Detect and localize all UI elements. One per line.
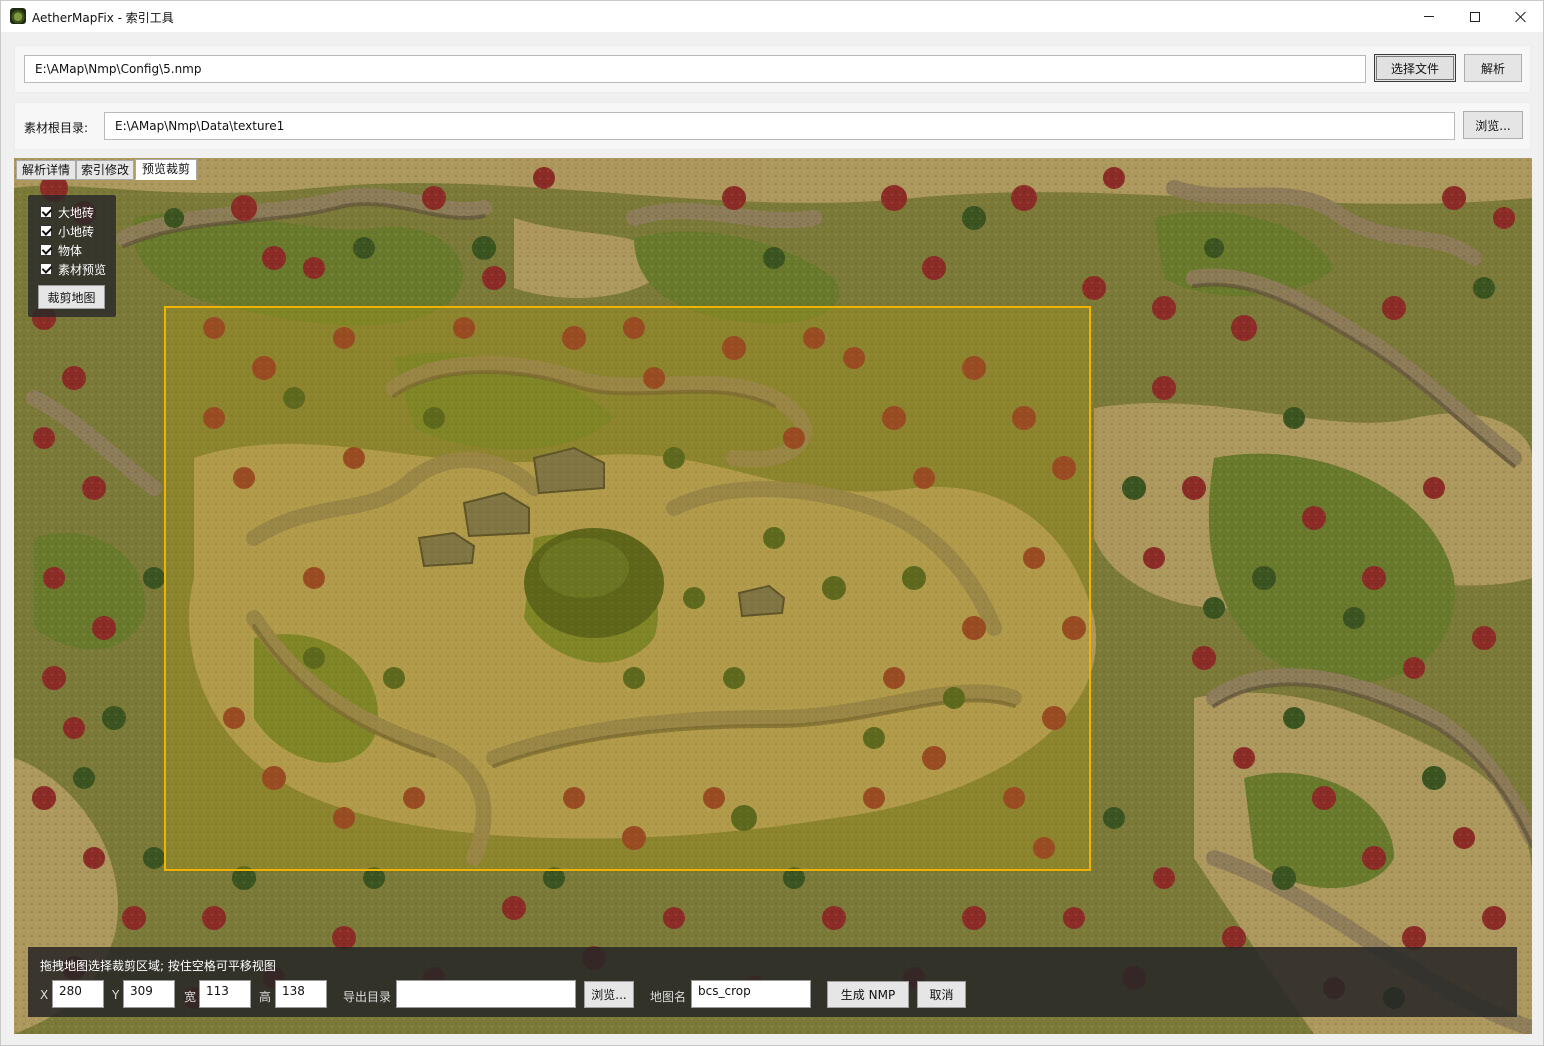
map-name-input[interactable]: bcs_crop	[691, 980, 811, 1008]
maximize-icon	[1470, 11, 1480, 22]
maximize-button[interactable]	[1452, 1, 1498, 32]
title-bar: AetherMapFix - 索引工具	[1, 1, 1543, 32]
layer-options-panel: 大地砖 小地砖 物体 素材预览 裁剪地图	[28, 195, 116, 317]
tab-parse-details[interactable]: 解析详情	[16, 160, 76, 180]
crop-map-button[interactable]: 裁剪地图	[38, 285, 105, 309]
width-label: 宽	[184, 990, 197, 1004]
export-dir-input[interactable]	[396, 980, 576, 1008]
export-dir-label: 导出目录	[343, 990, 392, 1004]
close-button[interactable]	[1498, 1, 1544, 32]
crop-width-input[interactable]: 113	[199, 980, 251, 1008]
layer-toggle-large-tiles[interactable]: 大地砖	[40, 204, 94, 220]
generate-nmp-button[interactable]: 生成 NMP	[827, 981, 909, 1008]
nmp-file-path-input[interactable]: E:\AMap\Nmp\Config\5.nmp	[24, 55, 1366, 83]
close-icon	[1515, 11, 1527, 23]
map-app-icon	[10, 8, 26, 24]
map-preview-canvas[interactable]: 大地砖 小地砖 物体 素材预览 裁剪地图 拖拽地图选择裁剪区域; 按住空格可平移…	[14, 158, 1532, 1034]
x-label: X	[40, 988, 49, 1002]
crop-x-input[interactable]: 280	[52, 980, 104, 1008]
texture-root-input[interactable]: E:\AMap\Nmp\Data\texture1	[104, 112, 1455, 140]
texture-browse-button[interactable]: 浏览...	[1463, 111, 1523, 139]
parse-button[interactable]: 解析	[1464, 54, 1522, 82]
window-title: AetherMapFix - 索引工具	[32, 11, 174, 25]
file-panel: E:\AMap\Nmp\Config\5.nmp 选择文件 解析	[14, 45, 1531, 93]
cancel-button[interactable]: 取消	[917, 981, 966, 1008]
texture-root-label: 素材根目录:	[24, 121, 89, 135]
app-window: AetherMapFix - 索引工具 E:\AMap\Nmp\Config\5…	[0, 0, 1544, 1046]
checkbox[interactable]	[40, 225, 52, 237]
checkbox[interactable]	[40, 244, 52, 256]
map-name-label: 地图名	[650, 990, 687, 1004]
layer-label: 小地砖	[58, 224, 95, 239]
checkbox[interactable]	[40, 263, 52, 275]
y-label: Y	[112, 988, 120, 1002]
height-label: 高	[259, 990, 272, 1004]
crop-height-input[interactable]: 138	[275, 980, 327, 1008]
layer-toggle-objects[interactable]: 物体	[40, 242, 82, 258]
layer-toggle-small-tiles[interactable]: 小地砖	[40, 223, 94, 239]
layer-label: 物体	[58, 243, 83, 258]
select-file-button[interactable]: 选择文件	[1374, 54, 1456, 82]
crop-selection-rect[interactable]	[164, 306, 1091, 871]
layer-label: 大地砖	[58, 205, 95, 220]
minimize-icon	[1424, 16, 1434, 17]
minimize-button[interactable]	[1406, 1, 1452, 32]
export-browse-button[interactable]: 浏览...	[584, 981, 634, 1008]
crop-control-bar: 拖拽地图选择裁剪区域; 按住空格可平移视图 X 280 Y 309 宽 113 …	[28, 947, 1517, 1017]
crop-hint: 拖拽地图选择裁剪区域; 按住空格可平移视图	[40, 959, 276, 973]
tab-preview-crop[interactable]: 预览裁剪	[135, 159, 197, 180]
checkbox[interactable]	[40, 206, 52, 218]
layer-toggle-asset-preview[interactable]: 素材预览	[40, 261, 106, 277]
tab-index-edit[interactable]: 索引修改	[76, 160, 134, 180]
layer-label: 素材预览	[58, 262, 107, 277]
texture-root-panel: 素材根目录: E:\AMap\Nmp\Data\texture1 浏览...	[14, 102, 1531, 150]
crop-y-input[interactable]: 309	[123, 980, 175, 1008]
